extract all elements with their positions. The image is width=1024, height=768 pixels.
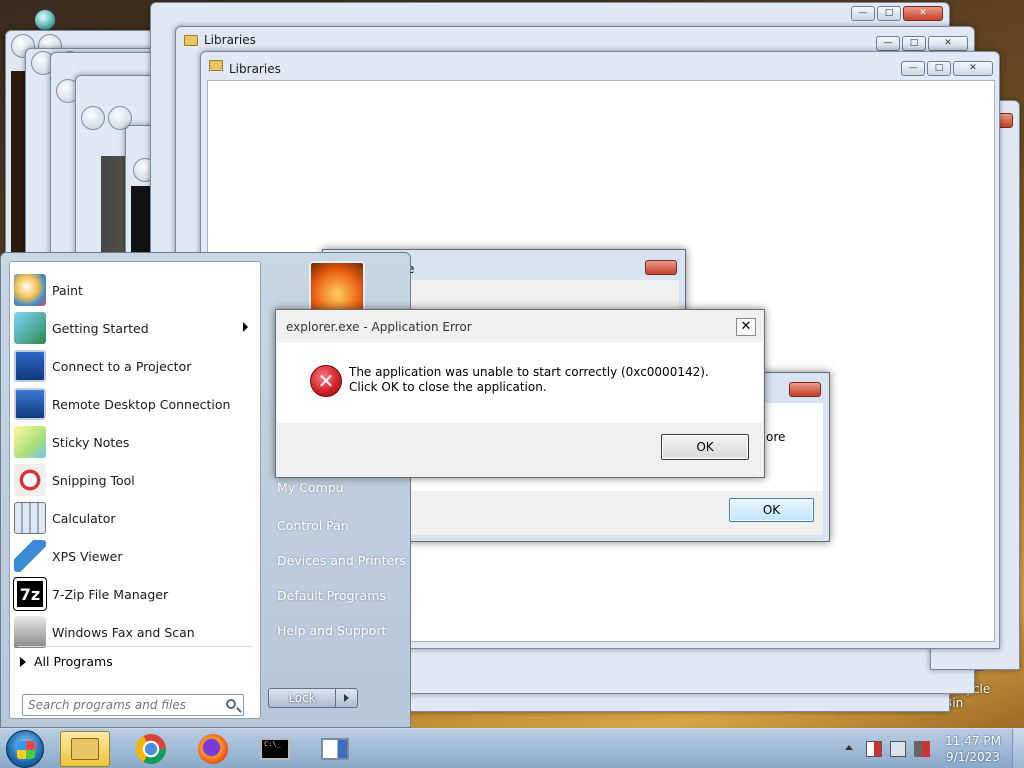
maximize-icon[interactable]: □ (902, 36, 926, 51)
close-icon[interactable] (789, 382, 821, 397)
getting-started-icon (14, 312, 46, 344)
chevron-right-icon (20, 656, 26, 667)
remote-desktop-icon (14, 388, 46, 420)
close-icon[interactable]: ✕ (903, 6, 943, 21)
system-clock[interactable]: 11:47 PM 9/1/2023 (938, 733, 1008, 765)
start-item-label: Calculator (52, 510, 116, 526)
ok-button[interactable]: OK (729, 498, 814, 522)
volume-muted-icon[interactable] (914, 741, 930, 757)
start-item-label: Paint (52, 282, 83, 298)
start-right-devices-printers[interactable]: Devices and Printers (277, 553, 406, 568)
start-item-label: Connect to a Projector (52, 358, 192, 374)
minimize-icon[interactable]: — (851, 6, 875, 21)
taskbar: C:\_ 11:47 PM 9/1/2023 (0, 728, 1024, 768)
search-icon[interactable] (226, 699, 236, 709)
folder-icon (184, 35, 198, 46)
firefox-icon (198, 734, 228, 764)
start-item-snipping-tool[interactable]: Snipping Tool (12, 462, 258, 498)
snipping-tool-icon (14, 464, 46, 496)
start-right-my-computer[interactable]: My Compu (277, 480, 344, 495)
start-item-label: Sticky Notes (52, 434, 130, 450)
windows-explorer-icon (71, 738, 99, 760)
start-item-label: XPS Viewer (52, 548, 123, 564)
calculator-icon (14, 502, 46, 534)
start-item-calculator[interactable]: Calculator (12, 500, 258, 536)
lock-button[interactable]: Lock (268, 688, 336, 708)
start-item-7zip[interactable]: 7z 7-Zip File Manager (12, 576, 258, 612)
close-icon[interactable]: ✕ (953, 61, 993, 76)
taskbar-chrome-button[interactable] (126, 731, 176, 767)
window-title: Libraries (229, 62, 281, 76)
orb-small-icon (34, 9, 56, 31)
search-box[interactable] (22, 694, 244, 716)
window-title: Libraries (204, 33, 256, 47)
start-item-projector[interactable]: Connect to a Projector (12, 348, 258, 384)
start-item-label: Windows Fax and Scan (52, 624, 195, 640)
all-programs-button[interactable]: All Programs (20, 654, 113, 669)
close-icon[interactable] (645, 260, 677, 275)
show-hidden-icons-icon[interactable] (845, 745, 853, 750)
start-menu-programs-pane: Paint Getting Started Connect to a Proje… (9, 261, 261, 719)
sticky-notes-icon (14, 426, 46, 458)
paint-icon (14, 274, 46, 306)
start-item-remote-desktop[interactable]: Remote Desktop Connection (12, 386, 258, 422)
taskbar-firefox-button[interactable] (188, 731, 238, 767)
close-icon[interactable]: ✕ (928, 36, 968, 51)
clock-date: 9/1/2023 (946, 750, 1000, 764)
start-right-control-panel[interactable]: Control Pan (277, 518, 349, 533)
start-item-label: Remote Desktop Connection (52, 396, 231, 412)
minimize-icon[interactable]: — (901, 61, 925, 76)
cmd-icon: C:\_ (260, 738, 290, 760)
start-right-default-programs[interactable]: Default Programs (277, 588, 386, 603)
error-dialog-titlebar: explorer.exe - Application Error ✕ (276, 310, 764, 342)
7zip-icon: 7z (13, 577, 47, 611)
start-item-label: Snipping Tool (52, 472, 135, 488)
close-icon[interactable]: ✕ (736, 318, 756, 336)
network-icon[interactable] (890, 741, 906, 757)
search-input[interactable] (23, 695, 213, 715)
back-icon[interactable] (81, 106, 105, 130)
fax-scan-icon (14, 616, 46, 648)
maximize-icon[interactable]: □ (927, 61, 951, 76)
separator (18, 646, 252, 647)
start-right-help-support[interactable]: Help and Support (277, 623, 386, 638)
minimize-icon[interactable]: — (876, 36, 900, 51)
start-item-sticky-notes[interactable]: Sticky Notes (12, 424, 258, 460)
all-programs-label: All Programs (34, 654, 113, 669)
show-desktop-button[interactable] (1012, 729, 1024, 768)
start-item-getting-started[interactable]: Getting Started (12, 310, 258, 346)
window-app-icon (321, 738, 349, 760)
error-dialog-title: explorer.exe - Application Error (286, 320, 472, 334)
taskbar-cmd-button[interactable]: C:\_ (250, 731, 300, 767)
ok-button[interactable]: OK (661, 434, 749, 460)
error-message: The application was unable to start corr… (349, 365, 709, 394)
error-dialog[interactable]: explorer.exe - Application Error ✕ ✕ The… (275, 309, 765, 478)
windows-logo-icon (17, 741, 35, 759)
start-item-label: Getting Started (52, 320, 149, 336)
folder-icon (209, 60, 223, 71)
taskbar-window-button[interactable] (310, 731, 360, 767)
xps-viewer-icon (14, 540, 46, 572)
start-item-label: 7-Zip File Manager (52, 586, 169, 602)
error-icon: ✕ (310, 365, 342, 397)
start-item-fax-scan[interactable]: Windows Fax and Scan (12, 614, 258, 650)
maximize-icon[interactable]: □ (877, 6, 901, 21)
shutdown-options-arrow-icon[interactable] (336, 688, 358, 708)
dialog-text-partial: ore (766, 430, 786, 444)
clock-time: 11:47 PM (945, 734, 1001, 748)
start-item-paint[interactable]: Paint (12, 272, 258, 308)
action-center-flag-icon[interactable] (866, 741, 882, 757)
start-item-xps-viewer[interactable]: XPS Viewer (12, 538, 258, 574)
submenu-arrow-icon (243, 322, 248, 332)
taskbar-explorer-button[interactable] (60, 731, 110, 767)
error-dialog-body: ✕ The application was unable to start co… (277, 343, 763, 423)
start-button[interactable] (6, 730, 44, 768)
chrome-icon (136, 734, 166, 764)
projector-icon (14, 350, 46, 382)
